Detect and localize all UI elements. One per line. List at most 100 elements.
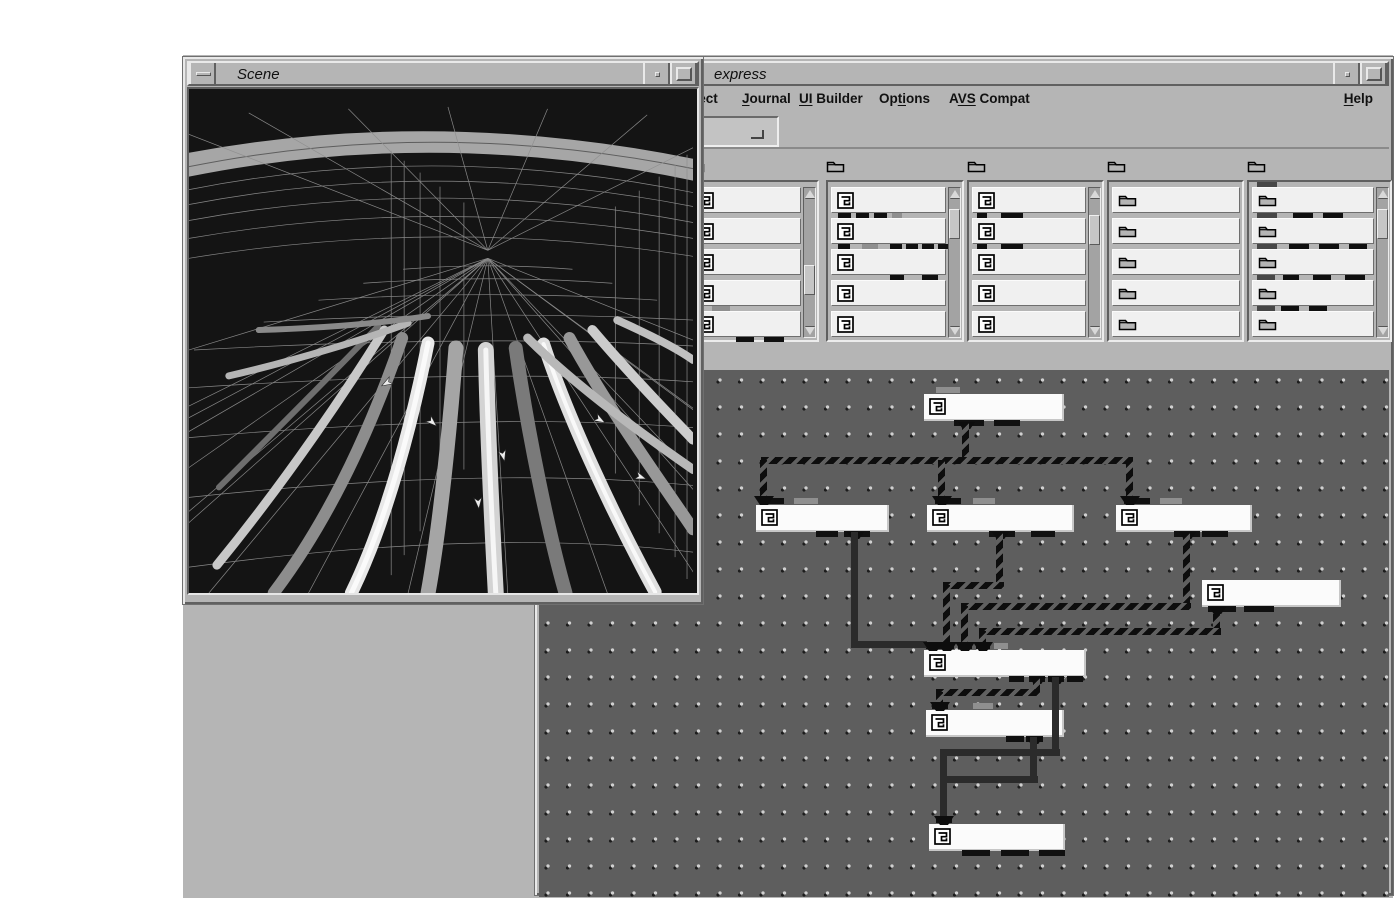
library-item[interactable]: [1252, 218, 1374, 244]
module-port[interactable]: [1001, 850, 1029, 856]
scrollbar[interactable]: [1376, 187, 1389, 338]
iconify-button[interactable]: [643, 63, 670, 84]
network-module[interactable]: [1116, 505, 1252, 532]
module-port[interactable]: [1244, 606, 1274, 612]
library-item[interactable]: [1112, 218, 1240, 244]
module-port[interactable]: [994, 643, 1008, 649]
library-column-header[interactable]: [686, 155, 819, 177]
module-port[interactable]: [973, 498, 995, 504]
scrollbar[interactable]: [803, 187, 816, 338]
scrollbar[interactable]: [948, 187, 961, 338]
library-item[interactable]: [691, 280, 801, 306]
maximize-icon: [676, 67, 692, 81]
scroll-down-icon[interactable]: [1090, 327, 1100, 335]
library-item[interactable]: [972, 311, 1086, 337]
library-item[interactable]: [1252, 187, 1374, 213]
library-item[interactable]: [831, 218, 946, 244]
maximize-button[interactable]: [670, 63, 697, 84]
window-menu-button[interactable]: [189, 63, 216, 84]
library-item[interactable]: [831, 280, 946, 306]
network-module[interactable]: [927, 505, 1074, 532]
folder-icon: [1247, 159, 1266, 173]
library-item[interactable]: [691, 187, 801, 213]
connection-wire: [936, 689, 1040, 696]
module-port[interactable]: [1160, 498, 1182, 504]
network-module[interactable]: [1202, 580, 1341, 607]
scroll-down-icon[interactable]: [805, 327, 815, 335]
library-item[interactable]: [831, 311, 946, 337]
library-item[interactable]: [972, 218, 1086, 244]
connection-wire: [936, 692, 943, 702]
scrollbar-thumb[interactable]: [1377, 209, 1388, 239]
scroll-up-icon[interactable]: [1378, 190, 1388, 198]
library-item[interactable]: [691, 249, 801, 275]
connection-wire: [940, 752, 947, 816]
menu-help[interactable]: Help: [1344, 91, 1373, 106]
module-port[interactable]: [1031, 531, 1055, 537]
library-column-header[interactable]: [1107, 155, 1244, 177]
scroll-up-icon[interactable]: [950, 190, 960, 198]
folder-icon: [1118, 224, 1137, 238]
module-port[interactable]: [1202, 531, 1228, 537]
library-column-header[interactable]: [967, 155, 1104, 177]
network-module[interactable]: [926, 710, 1064, 737]
scene-3d-viewport[interactable]: [187, 87, 699, 595]
connection-wire: [851, 641, 927, 648]
library-item[interactable]: [691, 218, 801, 244]
module-port[interactable]: [1006, 736, 1024, 742]
scroll-down-icon[interactable]: [1378, 327, 1388, 335]
scene-titlebar[interactable]: Scene: [187, 61, 699, 86]
module-icon: [837, 223, 854, 240]
scrollbar-thumb[interactable]: [804, 265, 815, 295]
maximize-button[interactable]: [1360, 63, 1387, 84]
library-item[interactable]: [1252, 311, 1374, 337]
library-item[interactable]: [691, 311, 801, 337]
library-item[interactable]: [1252, 249, 1374, 275]
library-item[interactable]: [972, 187, 1086, 213]
scene-window: Scene: [183, 57, 703, 604]
folder-icon: [1118, 193, 1137, 207]
library-item[interactable]: [1252, 280, 1374, 306]
scrollbar-thumb[interactable]: [949, 209, 960, 239]
library-item[interactable]: [972, 249, 1086, 275]
port-bar: [1289, 244, 1307, 249]
network-module[interactable]: [924, 394, 1064, 421]
port-bar: [1257, 275, 1275, 280]
port-bar: [838, 244, 850, 249]
module-port[interactable]: [1009, 676, 1024, 682]
module-port[interactable]: [962, 850, 990, 856]
library-item[interactable]: [831, 249, 946, 275]
library-item[interactable]: [972, 280, 1086, 306]
module-port[interactable]: [1039, 850, 1065, 856]
library-item[interactable]: [1112, 187, 1240, 213]
connection-wire: [851, 532, 858, 647]
network-module[interactable]: [929, 824, 1065, 851]
network-module[interactable]: [924, 650, 1086, 677]
library-item[interactable]: [831, 187, 946, 213]
folder-icon: [1118, 286, 1137, 300]
module-port[interactable]: [816, 531, 838, 537]
minimize-icon: [196, 72, 211, 76]
network-module[interactable]: [756, 505, 889, 532]
scrollbar-thumb[interactable]: [1089, 215, 1100, 245]
module-port[interactable]: [994, 420, 1020, 426]
module-port[interactable]: [794, 498, 818, 504]
library-item[interactable]: [1112, 280, 1240, 306]
library-column-header[interactable]: [826, 155, 964, 177]
iconify-icon: [655, 72, 660, 77]
library-item[interactable]: [1112, 249, 1240, 275]
scroll-down-icon[interactable]: [950, 327, 960, 335]
module-port[interactable]: [1067, 676, 1083, 682]
module-port[interactable]: [973, 703, 993, 709]
module-port[interactable]: [936, 387, 960, 393]
menu-ui-builder[interactable]: UI Builder: [799, 91, 863, 106]
iconify-button[interactable]: [1333, 63, 1360, 84]
scrollbar[interactable]: [1088, 187, 1101, 338]
menu-options[interactable]: Options: [879, 91, 930, 106]
menu-avs-compat[interactable]: AVS Compat: [949, 91, 1030, 106]
scroll-up-icon[interactable]: [805, 190, 815, 198]
library-item[interactable]: [1112, 311, 1240, 337]
menu-journal[interactable]: Journal: [742, 91, 791, 106]
library-column-header[interactable]: [1247, 155, 1392, 177]
scroll-up-icon[interactable]: [1090, 190, 1100, 198]
